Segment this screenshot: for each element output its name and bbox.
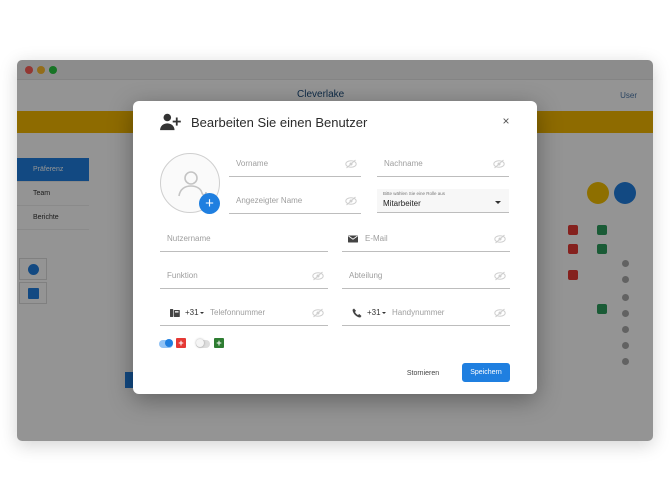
nachname-field[interactable]: Nachname — [377, 153, 509, 177]
phone-icon — [352, 308, 362, 318]
toggle-knob — [165, 339, 173, 347]
email-placeholder: E-Mail — [365, 234, 388, 243]
eye-off-icon[interactable] — [494, 308, 506, 318]
green-plus-badge[interactable]: + — [214, 338, 224, 348]
red-plus-badge[interactable]: + — [176, 338, 186, 348]
role-select[interactable]: Bitte wählen Sie eine Rolle aus Mitarbei… — [377, 189, 509, 213]
eye-off-icon[interactable] — [345, 159, 357, 169]
username-placeholder: Nutzername — [167, 234, 211, 243]
caret-down-icon — [199, 311, 204, 314]
cancel-button[interactable]: Stornieren — [401, 366, 445, 382]
add-user-icon — [160, 113, 181, 131]
eye-off-icon[interactable] — [493, 159, 505, 169]
toggle-on[interactable] — [159, 339, 173, 348]
vorname-field[interactable]: Vorname — [229, 153, 361, 177]
mobile-field[interactable]: +31 Handynummer — [342, 302, 510, 326]
caret-down-icon — [495, 201, 501, 204]
add-avatar-button[interactable]: + — [199, 193, 220, 214]
eye-off-icon[interactable] — [312, 308, 324, 318]
phone-field[interactable]: +31 Telefonnummer — [160, 302, 328, 326]
function-field[interactable]: Funktion — [160, 265, 328, 289]
function-placeholder: Funktion — [167, 271, 198, 280]
username-field[interactable]: Nutzername — [160, 228, 328, 252]
eye-off-icon[interactable] — [312, 271, 324, 281]
save-button[interactable]: Speichern — [462, 363, 510, 382]
mail-icon — [348, 235, 358, 243]
phone-placeholder: Telefonnummer — [210, 308, 266, 317]
dialog-title: Bearbeiten Sie einen Benutzer — [191, 115, 368, 130]
edit-user-dialog: Bearbeiten Sie einen Benutzer × + Vornam… — [133, 101, 537, 394]
toggle-knob — [196, 339, 204, 347]
toggle-off[interactable] — [196, 339, 210, 348]
mobile-placeholder: Handynummer — [392, 308, 445, 317]
department-placeholder: Abteilung — [349, 271, 383, 280]
mobile-code-value: +31 — [367, 308, 381, 317]
display-name-field[interactable]: Angezeigter Name — [229, 190, 361, 214]
office-phone-icon — [170, 309, 180, 317]
email-field[interactable]: E-Mail — [342, 228, 510, 252]
close-button[interactable]: × — [499, 114, 513, 128]
nachname-placeholder: Nachname — [384, 159, 423, 168]
eye-off-icon[interactable] — [494, 234, 506, 244]
vorname-placeholder: Vorname — [236, 159, 269, 168]
department-field[interactable]: Abteilung — [342, 265, 510, 289]
role-select-label: Bitte wählen Sie eine Rolle aus — [383, 191, 446, 196]
phone-country-code[interactable]: +31 — [185, 308, 204, 317]
mobile-country-code[interactable]: +31 — [367, 308, 386, 317]
caret-down-icon — [381, 311, 386, 314]
eye-off-icon[interactable] — [345, 196, 357, 206]
role-select-value: Mitarbeiter — [383, 199, 421, 208]
display-name-placeholder: Angezeigter Name — [236, 196, 303, 205]
phone-code-value: +31 — [185, 308, 199, 317]
eye-off-icon[interactable] — [494, 271, 506, 281]
